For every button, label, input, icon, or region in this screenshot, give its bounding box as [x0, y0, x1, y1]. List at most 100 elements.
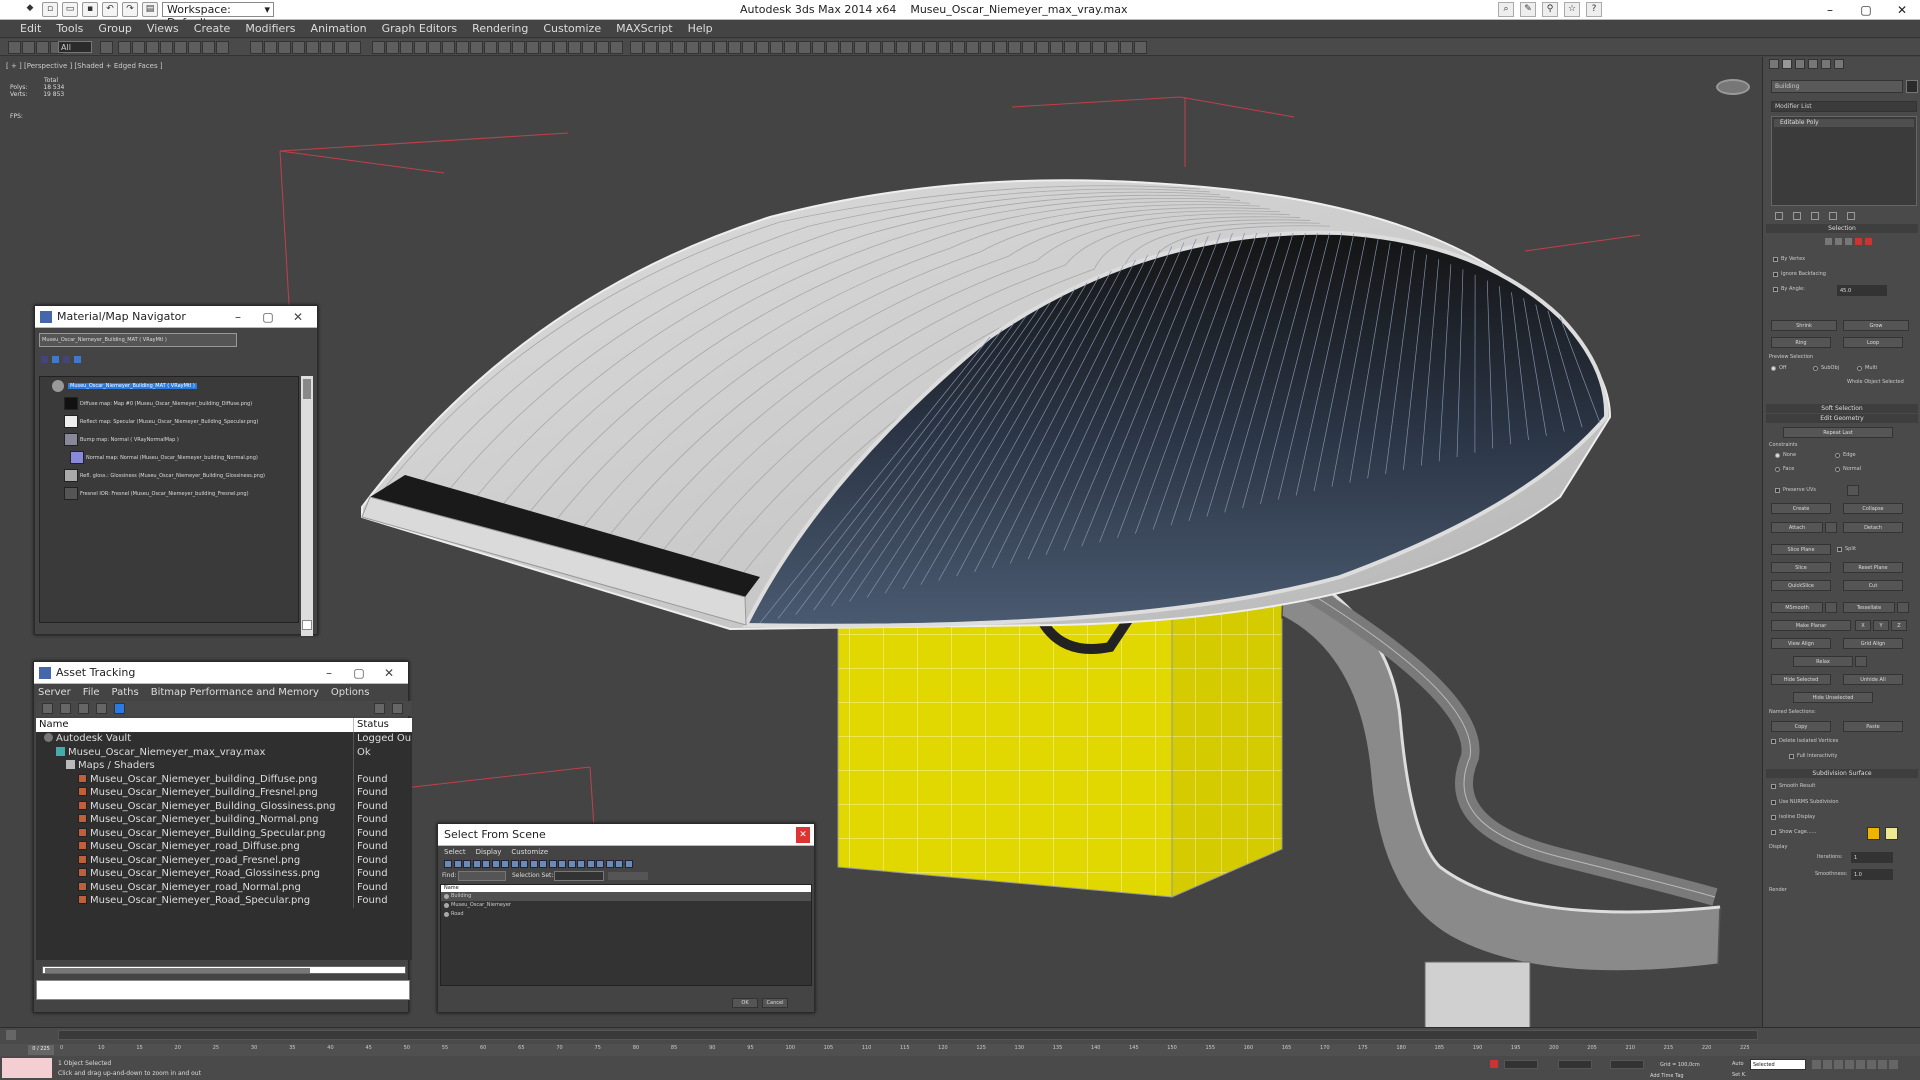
menu-maxscript[interactable]: MAXScript	[616, 22, 672, 35]
ignore-backfacing-checkbox[interactable]	[1773, 272, 1778, 277]
msmooth-settings-button[interactable]	[1825, 602, 1837, 613]
timeline-toggle-icon[interactable]	[6, 1030, 16, 1040]
toolbar-tool-icon[interactable]	[372, 41, 385, 54]
toolbar-tool-icon[interactable]	[1022, 41, 1035, 54]
toolbar-tool-icon[interactable]	[36, 41, 49, 54]
y-coordinate-field[interactable]	[1558, 1060, 1592, 1069]
app-menu-icon[interactable]: ◆	[22, 2, 38, 17]
polygon-icon[interactable]	[1855, 238, 1862, 245]
filter-icon[interactable]	[539, 860, 547, 868]
stack-item-editable-poly[interactable]: Editable Poly	[1774, 119, 1914, 127]
toolbar-tool-icon[interactable]	[400, 41, 413, 54]
toolbar-tool-icon[interactable]	[854, 41, 867, 54]
view-align-button[interactable]: View Align	[1771, 638, 1831, 649]
cut-button[interactable]: Cut	[1843, 580, 1903, 591]
search-icon[interactable]: ⚲	[1542, 2, 1558, 17]
reset-plane-button[interactable]: Reset Plane	[1843, 562, 1903, 573]
toolbar-tool-icon[interactable]	[1008, 41, 1021, 54]
vertex-icon[interactable]	[1825, 238, 1832, 245]
filter-icon[interactable]	[577, 860, 585, 868]
filter-icon[interactable]	[501, 860, 509, 868]
minimize-icon[interactable]: –	[314, 662, 344, 684]
close-icon[interactable]: ✕	[1884, 0, 1920, 20]
toolbar-tool-icon[interactable]	[938, 41, 951, 54]
preview-multi-radio[interactable]	[1857, 366, 1862, 371]
next-frame-icon[interactable]	[1845, 1060, 1854, 1069]
toolbar-tool-icon[interactable]	[470, 41, 483, 54]
ok-button[interactable]: OK	[732, 998, 758, 1008]
constraint-none-radio[interactable]	[1775, 453, 1780, 458]
open-file-icon[interactable]: ▭	[62, 2, 78, 17]
cage-color-swatch-1[interactable]	[1867, 827, 1880, 840]
table-row[interactable]: Maps / Shaders	[36, 759, 412, 773]
make-planar-button[interactable]: Make Planar	[1771, 620, 1851, 631]
toolbar-tool-icon[interactable]	[756, 41, 769, 54]
table-row[interactable]: Museu_Oscar_Niemeyer_building_Normal.png…	[36, 813, 412, 827]
filter-icon[interactable]	[596, 860, 604, 868]
tree-scrollbar[interactable]	[301, 376, 313, 636]
refresh-icon[interactable]	[42, 703, 53, 714]
toolbar-tool-icon[interactable]	[952, 41, 965, 54]
table-row[interactable]: Museu_Oscar_Niemeyer_Building_Specular.p…	[36, 826, 412, 840]
toolbar-tool-icon[interactable]	[512, 41, 525, 54]
filter-icon[interactable]	[491, 860, 500, 868]
table-row[interactable]: Museu_Oscar_Niemeyer_max_vray.max Ok	[36, 745, 412, 759]
hide-unselected-button[interactable]: Hide Unselected	[1793, 692, 1873, 703]
preserve-uvs-checkbox[interactable]	[1775, 488, 1780, 493]
table-row[interactable]: Museu_Oscar_Niemeyer_road_Normal.png Foun…	[36, 880, 412, 894]
use-nurms-checkbox[interactable]	[1771, 800, 1776, 805]
key-mode-dropdown[interactable]: Selected	[1750, 1059, 1806, 1070]
tools-icon[interactable]: ✎	[1520, 2, 1536, 17]
toolbar-tool-icon[interactable]	[770, 41, 783, 54]
toolbar-tool-icon[interactable]	[1106, 41, 1119, 54]
table-row[interactable]: Museu_Oscar_Niemeyer_Road_Glossiness.png…	[36, 867, 412, 881]
copy-button[interactable]: Copy	[1771, 721, 1831, 732]
ring-button[interactable]: Ring	[1771, 337, 1831, 348]
iterations-spinner[interactable]: 1	[1851, 852, 1893, 863]
element-icon[interactable]	[1865, 238, 1872, 245]
toolbar-tool-icon[interactable]	[250, 41, 263, 54]
delete-isolated-checkbox[interactable]	[1771, 739, 1776, 744]
new-file-icon[interactable]: ▫	[42, 2, 58, 17]
toolbar-tool-icon[interactable]	[994, 41, 1007, 54]
relax-button[interactable]: Relax	[1793, 656, 1853, 667]
filter-icon[interactable]	[586, 860, 595, 868]
menu-customize[interactable]: Customize	[543, 22, 601, 35]
auto-key-label[interactable]: Auto	[1732, 1061, 1744, 1067]
menu-edit[interactable]: Edit	[20, 22, 41, 35]
project-folder-icon[interactable]: ▤	[142, 2, 158, 17]
table-row[interactable]: Autodesk Vault Logged Ou	[36, 732, 412, 746]
toolbar-tool-icon[interactable]	[132, 41, 145, 54]
go-to-end-icon[interactable]	[1856, 1060, 1865, 1069]
rollout-subdivision-surface[interactable]: Subdivision Surface	[1766, 769, 1918, 778]
isoline-display-checkbox[interactable]	[1771, 815, 1776, 820]
column-name[interactable]: Name	[441, 885, 811, 892]
view-list-icons-icon[interactable]	[52, 356, 59, 363]
filter-icon[interactable]	[510, 860, 519, 868]
table-row[interactable]: Museu_Oscar_Niemeyer_road_Fresnel.png Fou…	[36, 853, 412, 867]
column-status[interactable]: Status	[354, 718, 389, 732]
menu-create[interactable]: Create	[194, 22, 231, 35]
toolbar-tool-icon[interactable]	[644, 41, 657, 54]
create-button[interactable]: Create	[1771, 503, 1831, 514]
hide-selected-button[interactable]: Hide Selected	[1771, 674, 1831, 685]
show-cage-checkbox[interactable]	[1771, 830, 1776, 835]
create-tab-icon[interactable]	[1769, 59, 1779, 69]
toolbar-tool-icon[interactable]	[414, 41, 427, 54]
toolbar-tool-icon[interactable]	[630, 41, 643, 54]
toolbar-tool-icon[interactable]	[334, 41, 347, 54]
table-row[interactable]: Museu_Oscar_Niemeyer_building_Diffuse.pn…	[36, 772, 412, 786]
split-checkbox[interactable]	[1837, 547, 1842, 552]
by-vertex-checkbox[interactable]	[1773, 257, 1778, 262]
filter-icon[interactable]	[558, 860, 566, 868]
horizontal-scrollbar[interactable]	[42, 966, 406, 974]
paste-button[interactable]: Paste	[1843, 721, 1903, 732]
toolbar-tool-icon[interactable]	[924, 41, 937, 54]
undo-icon[interactable]: ↶	[102, 2, 118, 17]
toolbar-tool-icon[interactable]	[160, 41, 173, 54]
pan-icon[interactable]	[1878, 1060, 1887, 1069]
unhide-all-button[interactable]: Unhide All	[1843, 674, 1903, 685]
filter-icon[interactable]	[482, 860, 490, 868]
tessellate-button[interactable]: Tessellate	[1843, 602, 1895, 613]
filter-icon[interactable]	[463, 860, 471, 868]
